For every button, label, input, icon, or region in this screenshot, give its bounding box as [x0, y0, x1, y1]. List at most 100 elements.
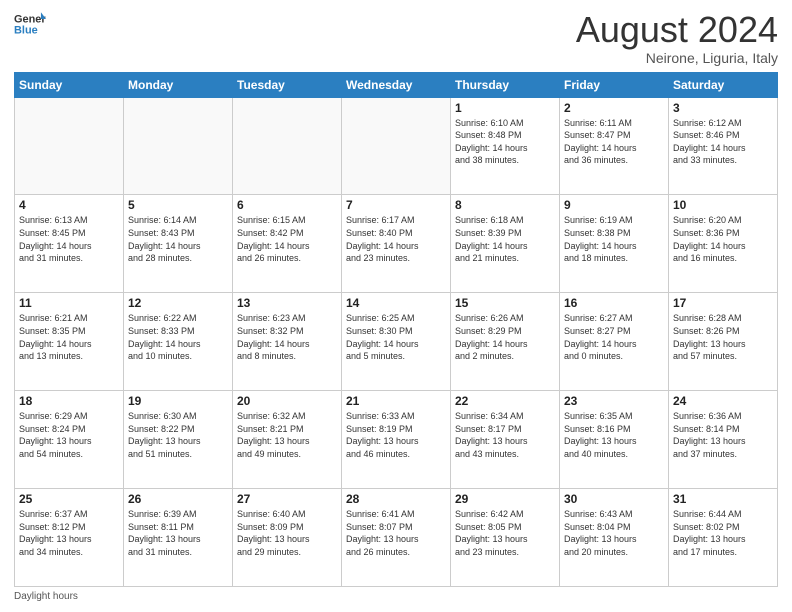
- table-row: 20Sunrise: 6:32 AM Sunset: 8:21 PM Dayli…: [233, 391, 342, 489]
- day-number: 1: [455, 101, 555, 115]
- table-row: 2 Sunrise: 6:11 AM Sunset: 8:47 PM Daylig…: [560, 97, 669, 195]
- day-info: Sunrise: 6:25 AM Sunset: 8:30 PM Dayligh…: [346, 312, 446, 362]
- day-number: 21: [346, 394, 446, 408]
- day-number: 8: [455, 198, 555, 212]
- day-number: 4: [19, 198, 119, 212]
- calendar-week-row: 1 Sunrise: 6:10 AM Sunset: 8:48 PM Daylig…: [15, 97, 778, 195]
- day-number: 9: [564, 198, 664, 212]
- day-info: Sunrise: 6:10 AM Sunset: 8:48 PM Dayligh…: [455, 117, 555, 167]
- footer: Daylight hours: [14, 591, 778, 602]
- table-row: 16 Sunrise: 6:27 AM Sunset: 8:27 PM Dayli…: [560, 293, 669, 391]
- day-number: 2: [564, 101, 664, 115]
- day-info: Sunrise: 6:21 AM Sunset: 8:35 PM Dayligh…: [19, 312, 119, 362]
- day-info: Sunrise: 6:39 AM Sunset: 8:11 PM Dayligh…: [128, 508, 228, 558]
- day-number: 7: [346, 198, 446, 212]
- table-row: 24 Sunrise: 6:36 AM Sunset: 8:14 PM Dayli…: [669, 391, 778, 489]
- table-row: 4 Sunrise: 6:13 AM Sunset: 8:45 PM Daylig…: [15, 195, 124, 293]
- day-number: 16: [564, 296, 664, 310]
- col-thursday: Thursday: [451, 72, 560, 97]
- day-number: 30: [564, 492, 664, 506]
- table-row: 15 Sunrise: 6:26 AM Sunset: 8:29 PM Dayli…: [451, 293, 560, 391]
- day-info: Sunrise: 6:29 AM Sunset: 8:24 PM Dayligh…: [19, 410, 119, 460]
- day-info: Sunrise: 6:34 AM Sunset: 8:17 PM Dayligh…: [455, 410, 555, 460]
- logo: General Blue: [14, 10, 46, 38]
- table-row: 11 Sunrise: 6:21 AM Sunset: 8:35 PM Dayli…: [15, 293, 124, 391]
- table-row: 14 Sunrise: 6:25 AM Sunset: 8:30 PM Dayli…: [342, 293, 451, 391]
- table-row: [342, 97, 451, 195]
- day-number: 19: [128, 394, 228, 408]
- generalblue-logo-icon: General Blue: [14, 10, 46, 38]
- title-block: August 2024 Neirone, Liguria, Italy: [576, 10, 778, 66]
- day-number: 20: [237, 394, 337, 408]
- day-info: Sunrise: 6:11 AM Sunset: 8:47 PM Dayligh…: [564, 117, 664, 167]
- page: General Blue August 2024 Neirone, Liguri…: [0, 0, 792, 612]
- day-number: 24: [673, 394, 773, 408]
- day-number: 31: [673, 492, 773, 506]
- day-number: 6: [237, 198, 337, 212]
- day-info: Sunrise: 6:41 AM Sunset: 8:07 PM Dayligh…: [346, 508, 446, 558]
- table-row: 5 Sunrise: 6:14 AM Sunset: 8:43 PM Daylig…: [124, 195, 233, 293]
- day-info: Sunrise: 6:30 AM Sunset: 8:22 PM Dayligh…: [128, 410, 228, 460]
- day-info: Sunrise: 6:13 AM Sunset: 8:45 PM Dayligh…: [19, 214, 119, 264]
- svg-text:Blue: Blue: [14, 24, 38, 36]
- table-row: 23 Sunrise: 6:35 AM Sunset: 8:16 PM Dayli…: [560, 391, 669, 489]
- day-number: 18: [19, 394, 119, 408]
- day-info: Sunrise: 6:19 AM Sunset: 8:38 PM Dayligh…: [564, 214, 664, 264]
- table-row: 21Sunrise: 6:33 AM Sunset: 8:19 PM Dayli…: [342, 391, 451, 489]
- day-info: Sunrise: 6:14 AM Sunset: 8:43 PM Dayligh…: [128, 214, 228, 264]
- calendar-week-row: 4 Sunrise: 6:13 AM Sunset: 8:45 PM Daylig…: [15, 195, 778, 293]
- day-info: Sunrise: 6:35 AM Sunset: 8:16 PM Dayligh…: [564, 410, 664, 460]
- day-number: 10: [673, 198, 773, 212]
- month-title: August 2024: [576, 10, 778, 50]
- day-number: 12: [128, 296, 228, 310]
- col-sunday: Sunday: [15, 72, 124, 97]
- calendar-header-row: Sunday Monday Tuesday Wednesday Thursday…: [15, 72, 778, 97]
- table-row: [124, 97, 233, 195]
- col-monday: Monday: [124, 72, 233, 97]
- table-row: 30 Sunrise: 6:43 AM Sunset: 8:04 PM Dayli…: [560, 489, 669, 587]
- day-number: 23: [564, 394, 664, 408]
- table-row: 25 Sunrise: 6:37 AM Sunset: 8:12 PM Dayli…: [15, 489, 124, 587]
- table-row: [233, 97, 342, 195]
- day-number: 3: [673, 101, 773, 115]
- day-number: 14: [346, 296, 446, 310]
- table-row: 27Sunrise: 6:40 AM Sunset: 8:09 PM Dayli…: [233, 489, 342, 587]
- table-row: 6 Sunrise: 6:15 AM Sunset: 8:42 PM Daylig…: [233, 195, 342, 293]
- day-number: 11: [19, 296, 119, 310]
- day-number: 27: [237, 492, 337, 506]
- daylight-label: Daylight hours: [14, 591, 78, 602]
- table-row: 7 Sunrise: 6:17 AM Sunset: 8:40 PM Daylig…: [342, 195, 451, 293]
- location-subtitle: Neirone, Liguria, Italy: [576, 50, 778, 66]
- table-row: 28 Sunrise: 6:41 AM Sunset: 8:07 PM Dayli…: [342, 489, 451, 587]
- calendar-week-row: 25 Sunrise: 6:37 AM Sunset: 8:12 PM Dayli…: [15, 489, 778, 587]
- day-number: 13: [237, 296, 337, 310]
- day-info: Sunrise: 6:27 AM Sunset: 8:27 PM Dayligh…: [564, 312, 664, 362]
- day-info: Sunrise: 6:12 AM Sunset: 8:46 PM Dayligh…: [673, 117, 773, 167]
- col-saturday: Saturday: [669, 72, 778, 97]
- table-row: 9 Sunrise: 6:19 AM Sunset: 8:38 PM Daylig…: [560, 195, 669, 293]
- day-info: Sunrise: 6:26 AM Sunset: 8:29 PM Dayligh…: [455, 312, 555, 362]
- col-tuesday: Tuesday: [233, 72, 342, 97]
- table-row: 3 Sunrise: 6:12 AM Sunset: 8:46 PM Daylig…: [669, 97, 778, 195]
- day-info: Sunrise: 6:43 AM Sunset: 8:04 PM Dayligh…: [564, 508, 664, 558]
- day-number: 17: [673, 296, 773, 310]
- day-number: 28: [346, 492, 446, 506]
- day-info: Sunrise: 6:17 AM Sunset: 8:40 PM Dayligh…: [346, 214, 446, 264]
- day-info: Sunrise: 6:44 AM Sunset: 8:02 PM Dayligh…: [673, 508, 773, 558]
- day-info: Sunrise: 6:37 AM Sunset: 8:12 PM Dayligh…: [19, 508, 119, 558]
- day-number: 15: [455, 296, 555, 310]
- day-info: Sunrise: 6:36 AM Sunset: 8:14 PM Dayligh…: [673, 410, 773, 460]
- table-row: 19 Sunrise: 6:30 AM Sunset: 8:22 PM Dayli…: [124, 391, 233, 489]
- day-number: 25: [19, 492, 119, 506]
- day-info: Sunrise: 6:23 AM Sunset: 8:32 PM Dayligh…: [237, 312, 337, 362]
- day-info: Sunrise: 6:15 AM Sunset: 8:42 PM Dayligh…: [237, 214, 337, 264]
- col-friday: Friday: [560, 72, 669, 97]
- day-number: 29: [455, 492, 555, 506]
- table-row: 8 Sunrise: 6:18 AM Sunset: 8:39 PM Daylig…: [451, 195, 560, 293]
- day-number: 5: [128, 198, 228, 212]
- calendar-week-row: 11 Sunrise: 6:21 AM Sunset: 8:35 PM Dayli…: [15, 293, 778, 391]
- table-row: 22Sunrise: 6:34 AM Sunset: 8:17 PM Dayli…: [451, 391, 560, 489]
- table-row: 31 Sunrise: 6:44 AM Sunset: 8:02 PM Dayli…: [669, 489, 778, 587]
- day-info: Sunrise: 6:18 AM Sunset: 8:39 PM Dayligh…: [455, 214, 555, 264]
- col-wednesday: Wednesday: [342, 72, 451, 97]
